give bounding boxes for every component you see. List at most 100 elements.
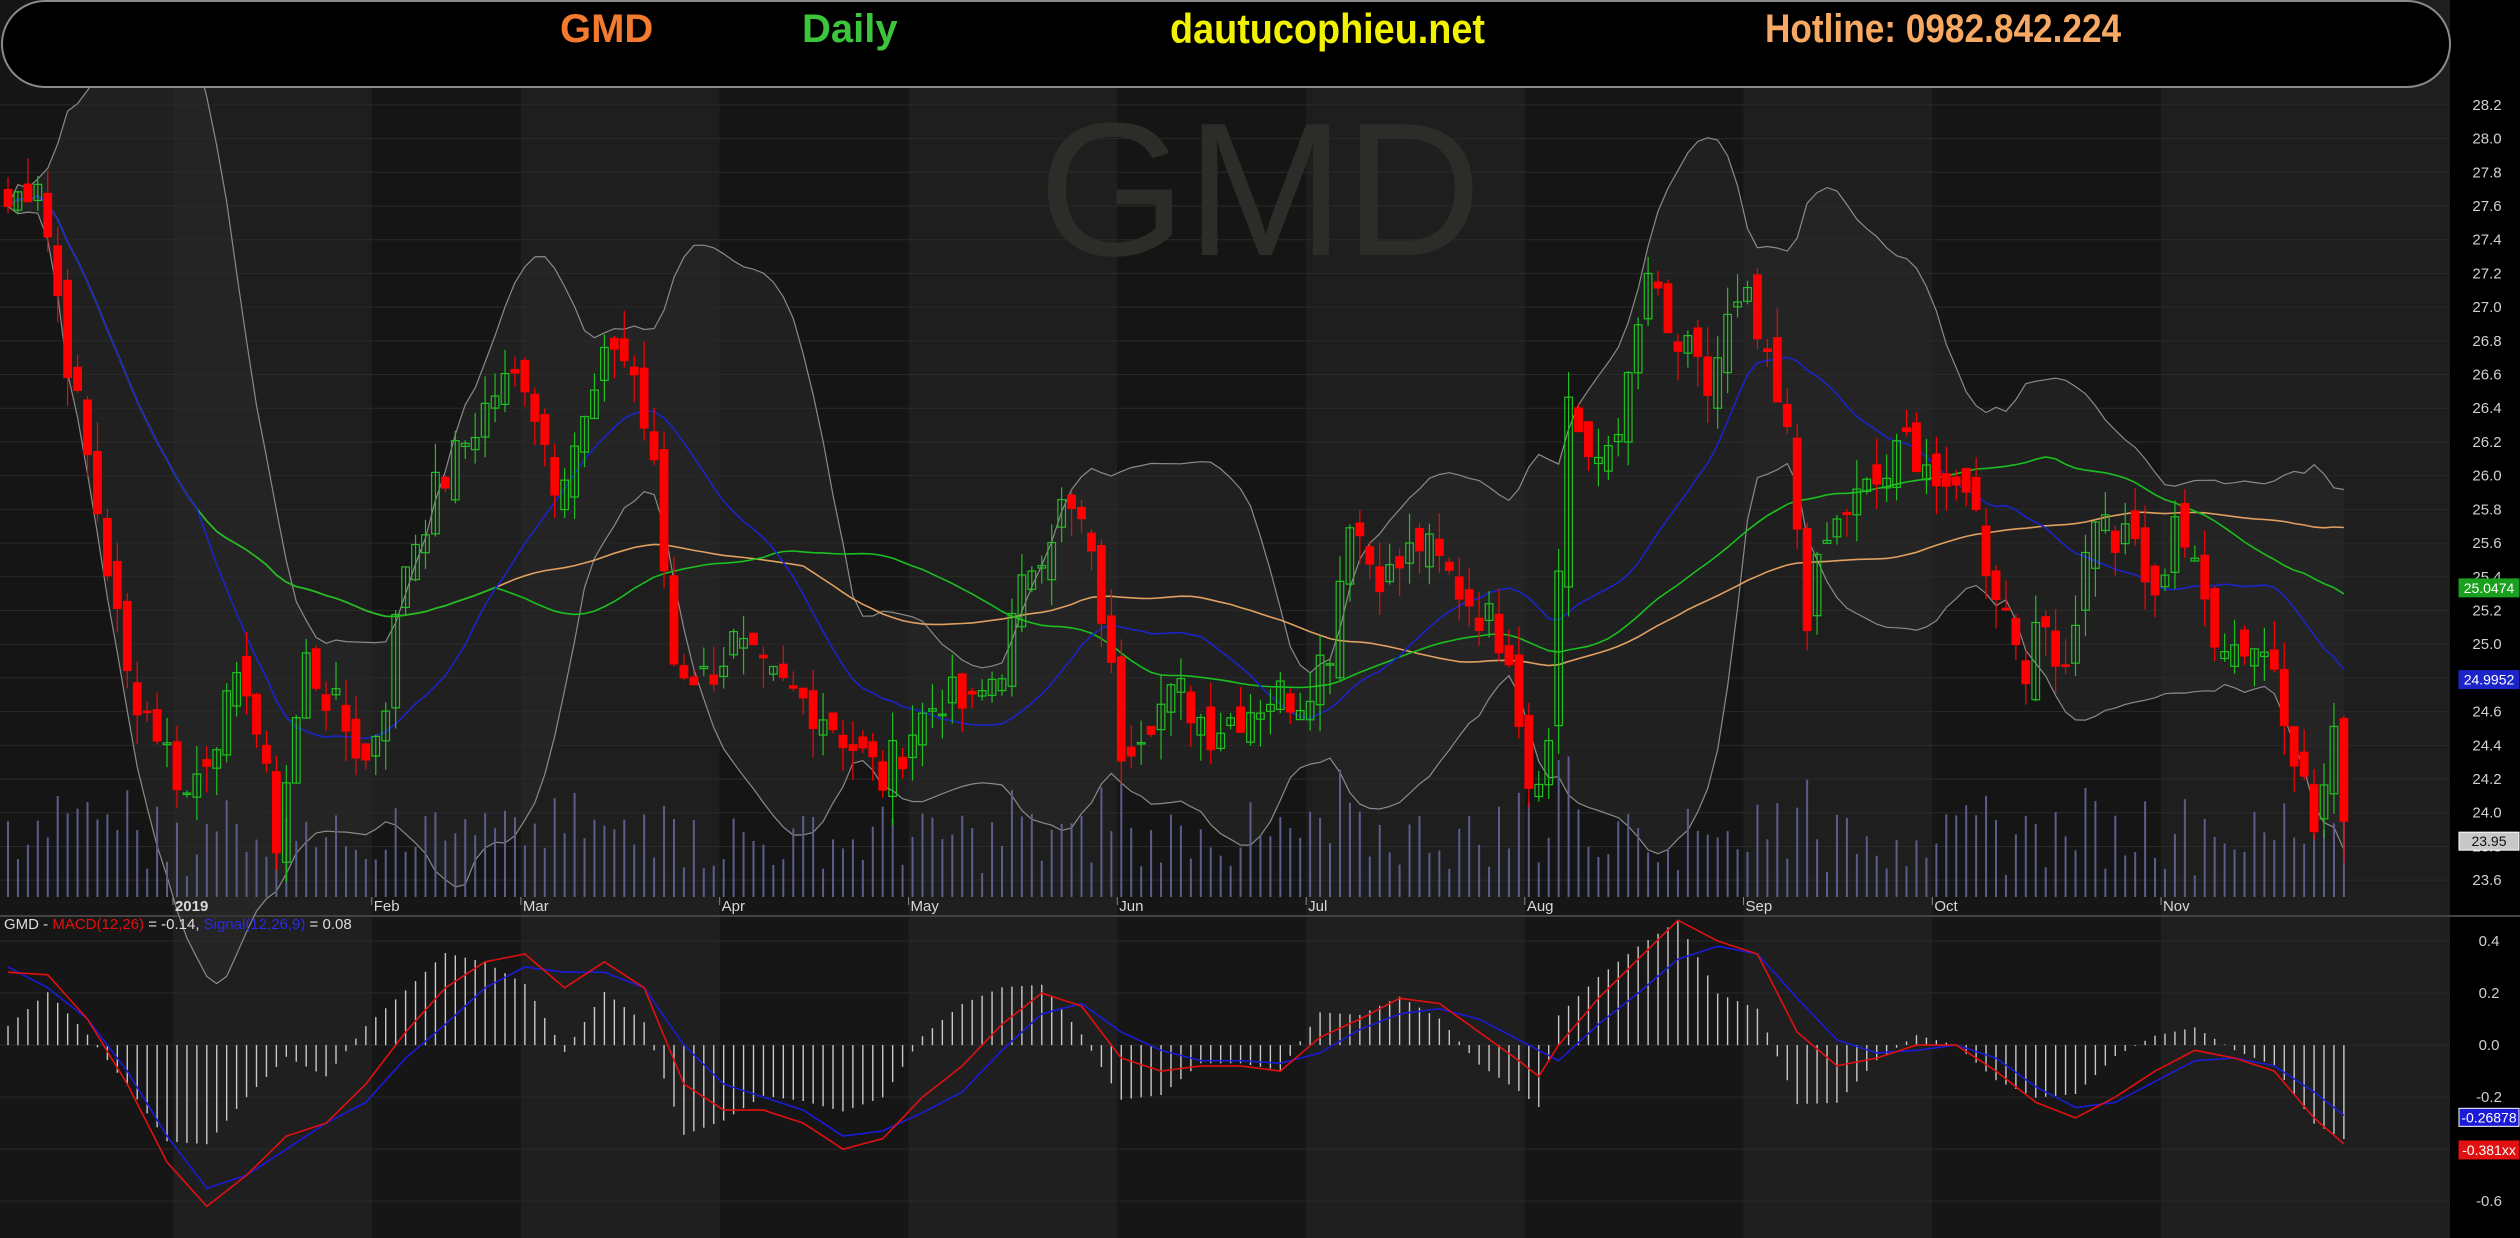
header-site[interactable]: dautucophieu.net (1170, 0, 1485, 52)
candle-body (1663, 283, 1673, 334)
macd-legend-prefix: GMD - (4, 916, 53, 933)
candle-body (1802, 527, 1812, 632)
candle-body (1206, 706, 1216, 751)
candle-body (1434, 538, 1444, 556)
candle-body (1981, 525, 1991, 577)
candle-body (2200, 554, 2210, 600)
candle-body (2180, 502, 2190, 548)
macd-legend-macd-value: = -0.14, (144, 916, 204, 933)
candle-body (540, 414, 550, 445)
candle-body (1693, 327, 1703, 357)
header-hotline: Hotline: 0982.842.224 (1765, 7, 2122, 51)
candle-body (132, 682, 142, 716)
candle-body (878, 761, 888, 791)
candle-body (242, 655, 251, 697)
candle-body (2061, 664, 2070, 667)
candle-body (1077, 506, 1086, 520)
macd-tick-label: 0.0 (2479, 1037, 2500, 1054)
candle-body (1106, 615, 1116, 663)
candle-body (202, 759, 212, 767)
month-band-macd (2160, 899, 2450, 1238)
candle-body (83, 399, 92, 456)
candle-body (1444, 561, 1454, 571)
candle-body (2001, 607, 2011, 611)
candle-body (1454, 576, 1464, 600)
x-tick-label: 2019 (175, 898, 208, 915)
candle-body (2339, 718, 2349, 822)
candle-body (828, 712, 838, 731)
candle-body (93, 450, 102, 515)
candle-body (1772, 337, 1782, 403)
candle-body (271, 771, 281, 854)
candle-body (639, 367, 649, 429)
stock-chart: GMD 28.2 28.0 27.8 27.6 27.4 27.2 27.0 26.8 26.6… (0, 0, 2520, 1238)
price-tick-label: 26.8 (2472, 333, 2501, 350)
candle-body (1941, 473, 1951, 487)
candle-body (361, 743, 371, 761)
candle-body (679, 665, 689, 679)
candle-body (1653, 281, 1663, 289)
x-tick-label: Apr (722, 898, 745, 915)
candle-body (759, 654, 768, 659)
candle-body (152, 709, 162, 742)
price-tick-label: 26.4 (2472, 400, 2501, 417)
candle (1574, 404, 1583, 433)
month-band-macd (1743, 899, 1933, 1238)
ma50-value-tag: 25.0474 (2464, 580, 2515, 596)
signal-value-tag: -0.26878 (2461, 1109, 2516, 1125)
macd-legend-signal-label: Signal(12,26,9) (203, 916, 306, 933)
candle-body (1762, 348, 1772, 352)
candle-body (2051, 630, 2061, 667)
candle-body (1146, 725, 1156, 735)
candle-body (1116, 656, 1126, 762)
candle-body (2110, 530, 2120, 553)
price-tick-label: 27.6 (2472, 198, 2501, 215)
panel-separator (0, 915, 2520, 917)
candle (271, 755, 281, 870)
macd-tick-label: 0.2 (2479, 985, 2500, 1002)
candle (659, 432, 669, 589)
candle (1663, 279, 1673, 334)
ma20-value-tag: 24.9952 (2464, 672, 2515, 688)
macd-legend-macd-label: MACD(12,26) (52, 916, 145, 933)
candle-body (341, 704, 351, 732)
candle-body (2150, 565, 2160, 596)
candle-body (1067, 494, 1076, 510)
x-tick-label: Feb (374, 898, 400, 915)
candle-body (1792, 437, 1802, 530)
candle-body (1474, 617, 1484, 632)
candle-body (749, 632, 758, 646)
candle (749, 632, 758, 646)
price-tick-label: 24.2 (2472, 771, 2501, 788)
candle-body (2210, 588, 2220, 648)
candle-body (142, 710, 152, 714)
candle-body (23, 183, 33, 203)
month-band-macd (520, 899, 720, 1238)
price-tick-label: 25.6 (2472, 535, 2501, 552)
candle (102, 508, 112, 581)
candle-body (1842, 511, 1852, 516)
candle-body (868, 741, 878, 758)
price-tick-label: 27.2 (2472, 265, 2501, 282)
candle-body (967, 690, 977, 695)
candle-body (2279, 668, 2289, 727)
x-tick-label: Sep (1746, 898, 1773, 915)
price-tick-label: 26.6 (2472, 367, 2501, 384)
candle-body (957, 673, 967, 709)
candle-body (1782, 404, 1792, 427)
candle-body (510, 369, 520, 374)
macd-tick-label: -0.6 (2476, 1193, 2502, 1210)
candle-body (2130, 510, 2140, 539)
candle-body (1703, 356, 1713, 396)
candle-body (1673, 341, 1683, 352)
candle-body (1753, 274, 1762, 340)
price-tick-label: 25.2 (2472, 602, 2501, 619)
candle (1753, 268, 1762, 350)
candle-body (1096, 545, 1106, 624)
price-tick-label: 24.0 (2472, 805, 2501, 822)
x-tick-label: Nov (2163, 898, 2190, 915)
candle-body (2240, 629, 2249, 657)
price-tick-label: 24.6 (2472, 704, 2501, 721)
candle-body (1902, 427, 1911, 433)
candle-body (1514, 654, 1524, 728)
